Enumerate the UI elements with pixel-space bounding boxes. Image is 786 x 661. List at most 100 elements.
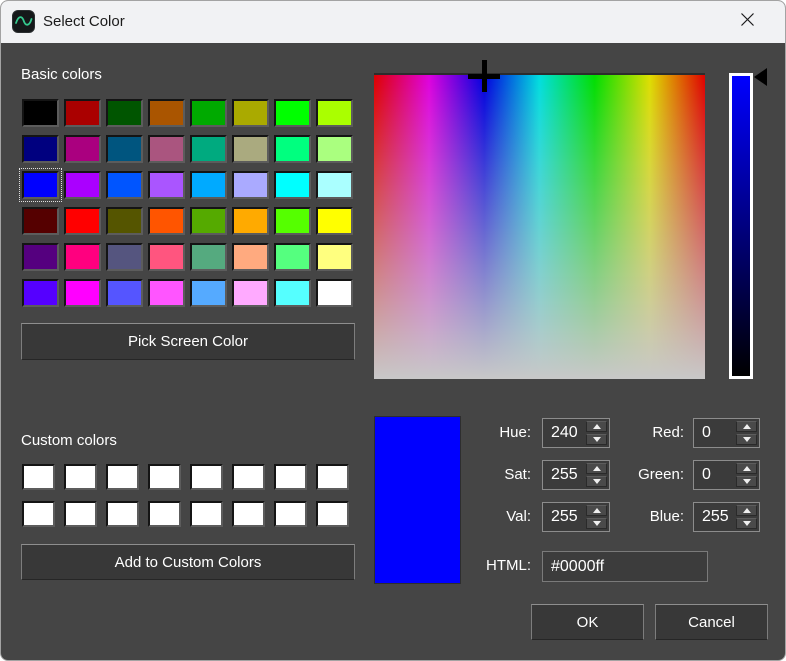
- custom-color-swatch[interactable]: [190, 501, 223, 527]
- waveform-sine-icon: [12, 10, 35, 33]
- basic-color-swatch[interactable]: [106, 207, 143, 235]
- titlebar: Select Color: [1, 1, 785, 43]
- blue-value[interactable]: 255: [694, 503, 734, 531]
- green-increment-button[interactable]: [736, 463, 757, 474]
- blue-increment-button[interactable]: [736, 505, 757, 516]
- value-slider-handle-icon[interactable]: [754, 68, 767, 86]
- basic-color-swatch[interactable]: [22, 207, 59, 235]
- pick-screen-color-button[interactable]: Pick Screen Color: [21, 323, 355, 360]
- basic-color-swatch[interactable]: [22, 135, 59, 163]
- basic-color-swatch[interactable]: [316, 207, 353, 235]
- hue-value[interactable]: 240: [543, 419, 584, 447]
- basic-color-swatch[interactable]: [106, 279, 143, 307]
- sat-value[interactable]: 255: [543, 461, 584, 489]
- basic-colors-label: Basic colors: [21, 64, 102, 86]
- sat-label: Sat:: [431, 460, 531, 490]
- cancel-button[interactable]: Cancel: [655, 604, 768, 640]
- basic-color-swatch[interactable]: [106, 99, 143, 127]
- basic-color-swatch[interactable]: [232, 99, 269, 127]
- basic-color-swatch[interactable]: [106, 243, 143, 271]
- basic-color-swatch[interactable]: [22, 279, 59, 307]
- custom-color-swatch[interactable]: [64, 501, 97, 527]
- basic-color-swatch[interactable]: [190, 135, 227, 163]
- hue-saturation-field[interactable]: [374, 73, 705, 379]
- basic-color-swatch[interactable]: [190, 243, 227, 271]
- basic-color-swatch[interactable]: [148, 171, 185, 199]
- basic-color-swatch[interactable]: [190, 279, 227, 307]
- arrow-down-icon: [743, 479, 751, 484]
- basic-color-swatch[interactable]: [64, 279, 101, 307]
- basic-color-swatch[interactable]: [190, 171, 227, 199]
- html-color-input[interactable]: [542, 551, 708, 582]
- custom-color-swatch[interactable]: [148, 464, 181, 490]
- custom-color-swatch[interactable]: [232, 464, 265, 490]
- basic-color-swatch[interactable]: [274, 171, 311, 199]
- basic-color-swatch[interactable]: [22, 171, 59, 199]
- basic-color-swatch[interactable]: [22, 243, 59, 271]
- blue-label: Blue:: [596, 502, 684, 532]
- add-to-custom-colors-button[interactable]: Add to Custom Colors: [21, 544, 355, 580]
- arrow-up-icon: [743, 508, 751, 513]
- basic-color-swatch[interactable]: [148, 279, 185, 307]
- basic-color-swatch[interactable]: [148, 207, 185, 235]
- basic-color-swatch[interactable]: [106, 135, 143, 163]
- ok-button[interactable]: OK: [531, 604, 644, 640]
- basic-color-swatch[interactable]: [64, 99, 101, 127]
- red-increment-button[interactable]: [736, 421, 757, 432]
- html-label: HTML:: [431, 551, 531, 581]
- green-decrement-button[interactable]: [736, 476, 757, 487]
- basic-color-swatch[interactable]: [148, 135, 185, 163]
- basic-color-swatch[interactable]: [316, 171, 353, 199]
- custom-color-swatch[interactable]: [64, 464, 97, 490]
- green-value[interactable]: 0: [694, 461, 734, 489]
- basic-color-swatch[interactable]: [274, 243, 311, 271]
- custom-color-swatch[interactable]: [274, 501, 307, 527]
- custom-color-swatch[interactable]: [232, 501, 265, 527]
- basic-color-swatch[interactable]: [316, 99, 353, 127]
- custom-colors-grid: [22, 464, 349, 527]
- basic-color-swatch[interactable]: [64, 171, 101, 199]
- basic-color-swatch[interactable]: [22, 99, 59, 127]
- custom-color-swatch[interactable]: [106, 501, 139, 527]
- close-button[interactable]: [717, 1, 777, 43]
- red-decrement-button[interactable]: [736, 434, 757, 445]
- custom-color-swatch[interactable]: [274, 464, 307, 490]
- basic-color-swatch[interactable]: [274, 279, 311, 307]
- basic-color-swatch[interactable]: [232, 207, 269, 235]
- basic-color-swatch[interactable]: [316, 243, 353, 271]
- arrow-down-icon: [743, 521, 751, 526]
- basic-color-swatch[interactable]: [106, 171, 143, 199]
- custom-color-swatch[interactable]: [316, 464, 349, 490]
- basic-color-swatch[interactable]: [232, 135, 269, 163]
- custom-color-swatch[interactable]: [106, 464, 139, 490]
- custom-color-swatch[interactable]: [316, 501, 349, 527]
- val-label: Val:: [431, 502, 531, 532]
- red-label: Red:: [596, 418, 684, 448]
- basic-color-swatch[interactable]: [190, 99, 227, 127]
- basic-color-swatch[interactable]: [274, 135, 311, 163]
- blue-decrement-button[interactable]: [736, 518, 757, 529]
- red-value[interactable]: 0: [694, 419, 734, 447]
- basic-color-swatch[interactable]: [316, 279, 353, 307]
- basic-color-swatch[interactable]: [316, 135, 353, 163]
- basic-color-swatch[interactable]: [274, 207, 311, 235]
- value-slider[interactable]: [729, 73, 753, 379]
- basic-color-swatch[interactable]: [64, 243, 101, 271]
- custom-color-swatch[interactable]: [22, 464, 55, 490]
- custom-color-swatch[interactable]: [190, 464, 223, 490]
- blue-spinbox: 255: [693, 502, 760, 532]
- basic-color-swatch[interactable]: [148, 99, 185, 127]
- basic-color-swatch[interactable]: [232, 243, 269, 271]
- select-color-dialog: Select Color Basic colors Pick Screen Co…: [0, 0, 786, 661]
- val-value[interactable]: 255: [543, 503, 584, 531]
- basic-color-swatch[interactable]: [274, 99, 311, 127]
- basic-color-swatch[interactable]: [148, 243, 185, 271]
- basic-color-swatch[interactable]: [64, 207, 101, 235]
- arrow-up-icon: [743, 424, 751, 429]
- custom-color-swatch[interactable]: [22, 501, 55, 527]
- custom-color-swatch[interactable]: [148, 501, 181, 527]
- basic-color-swatch[interactable]: [232, 279, 269, 307]
- basic-color-swatch[interactable]: [232, 171, 269, 199]
- basic-color-swatch[interactable]: [190, 207, 227, 235]
- basic-color-swatch[interactable]: [64, 135, 101, 163]
